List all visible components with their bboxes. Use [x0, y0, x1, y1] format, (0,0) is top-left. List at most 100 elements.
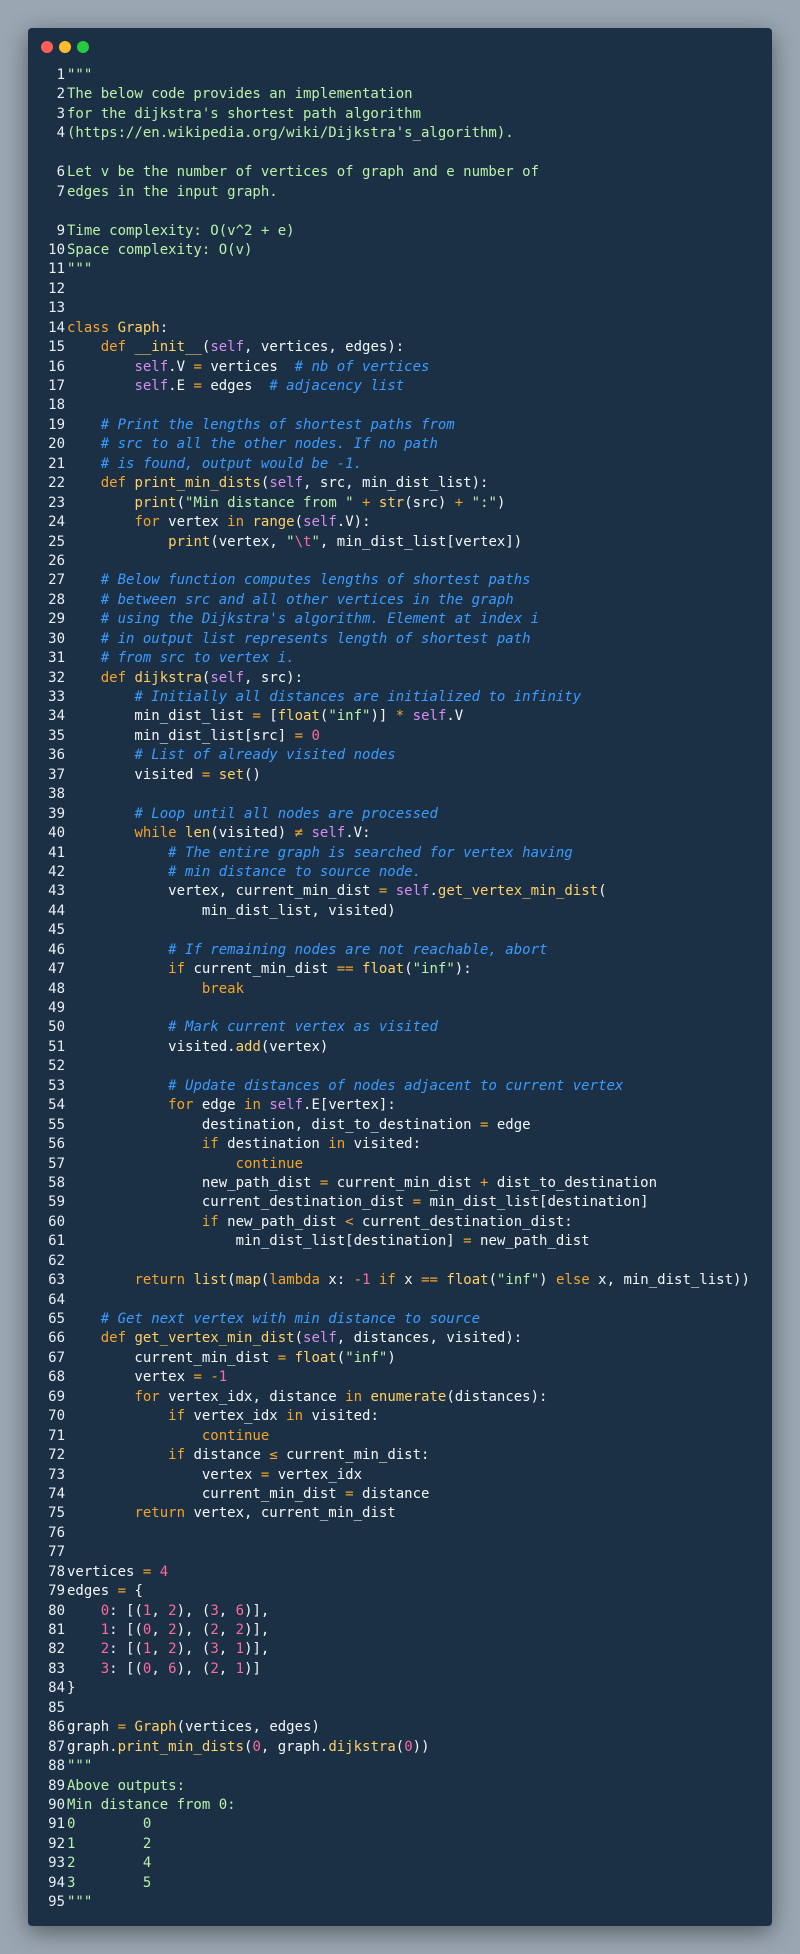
line-number: 47: [48, 961, 65, 978]
line-number: 94: [48, 1874, 65, 1891]
code-token: in: [345, 1388, 363, 1405]
code-token: else: [556, 1272, 590, 1289]
code-token: vertex: [67, 1369, 194, 1386]
line-number: 53: [48, 1077, 65, 1094]
line-number: 1: [56, 67, 65, 83]
line-number: 43: [48, 883, 65, 900]
code-line: 14 class Graph:: [28, 319, 772, 338]
code-token: Min distance from 0:: [67, 1796, 236, 1813]
code-text: # Update distances of nodes adjacent to …: [65, 1077, 623, 1096]
code-token: destination, dist_to_destination: [67, 1116, 481, 1133]
line-number: 21: [48, 455, 65, 472]
code-token: 0: [311, 727, 320, 744]
line-number: 49: [48, 1000, 65, 1016]
code-token: .V:: [345, 825, 371, 842]
code-token: =: [193, 378, 202, 394]
code-text: # List of already visited nodes: [65, 746, 395, 765]
code-line: 94 3 5: [28, 1874, 772, 1893]
code-line: 95 """: [28, 1893, 772, 1912]
line-number: 95: [48, 1894, 65, 1911]
code-line: 60 if new_path_dist < current_destinatio…: [28, 1213, 772, 1232]
line-number: 2: [56, 86, 65, 103]
code-line: 46 # If remaining nodes are not reachabl…: [28, 941, 772, 960]
code-line: 40 while len(visited) ≠ self.V:: [28, 824, 772, 843]
code-token: current_min_dist: [185, 961, 337, 978]
line-number: 36: [48, 747, 65, 764]
code-token: {: [126, 1583, 143, 1600]
code-text: edges in the input graph.: [65, 183, 278, 202]
code-text: 2 4: [65, 1854, 151, 1873]
line-number: 59: [48, 1194, 65, 1211]
code-token: float: [277, 708, 320, 725]
code-text: vertices = 4: [65, 1563, 168, 1582]
code-token: ,: [151, 1660, 169, 1677]
code-token: current_min_dist: [328, 1174, 481, 1191]
code-token: # between src and all other vertices in …: [100, 591, 514, 608]
line-number: 40: [48, 825, 65, 842]
code-token: ,: [151, 1622, 169, 1638]
line-number: 87: [48, 1738, 65, 1755]
code-token: )]: [244, 1660, 261, 1677]
code-text: # If remaining nodes are not reachable, …: [65, 941, 547, 960]
code-line: 93 2 4: [28, 1854, 772, 1873]
code-token: Above outputs:: [67, 1777, 186, 1794]
code-token: visited.: [67, 1038, 236, 1055]
code-text: """: [65, 1893, 92, 1912]
code-token: ), (: [176, 1622, 211, 1638]
code-line: 69 for vertex_idx, distance in enumerate…: [28, 1388, 772, 1407]
line-number: 83: [48, 1660, 65, 1677]
code-token: 6: [235, 1602, 245, 1619]
code-token: for: [134, 1388, 160, 1405]
code-token: ): [496, 494, 506, 511]
code-text: """: [65, 260, 92, 279]
line-number: 82: [48, 1641, 65, 1658]
code-text: new_path_dist = current_min_dist + dist_…: [65, 1174, 657, 1193]
code-token: continue: [235, 1155, 304, 1172]
code-token: 0: [404, 1738, 413, 1755]
code-line: 35 min_dist_list[src] = 0: [28, 727, 772, 746]
line-number: 25: [48, 533, 65, 550]
code-token: -: [210, 1369, 219, 1386]
code-token: get_vertex_min_dist: [437, 883, 599, 900]
code-line: 67 current_min_dist = float("inf"): [28, 1349, 772, 1368]
close-icon[interactable]: [41, 41, 53, 53]
code-token: 3: [100, 1660, 110, 1677]
line-number: 88: [48, 1758, 65, 1775]
code-line: 12: [28, 280, 772, 299]
code-token: set: [218, 766, 245, 783]
code-line: 4 (https://en.wikipedia.org/wiki/Dijkstra…: [28, 124, 772, 143]
line-number: 76: [48, 1524, 65, 1541]
code-token: len: [185, 825, 211, 842]
code-token: new_path_dist: [471, 1233, 590, 1250]
code-token: =: [345, 1485, 354, 1502]
code-token: class: [67, 319, 118, 336]
code-text: # Print the lengths of shortest paths fr…: [65, 416, 455, 435]
line-number: 26: [48, 552, 65, 569]
code-text: # Get next vertex with min distance to s…: [65, 1310, 480, 1329]
line-number: 84: [48, 1680, 65, 1697]
zoom-icon[interactable]: [77, 41, 89, 53]
code-token: while: [134, 825, 177, 842]
code-token: continue: [201, 1427, 270, 1444]
code-token: list: [193, 1272, 228, 1289]
code-line: 2 The below code provides an implementati…: [28, 85, 772, 104]
code-editor[interactable]: 1 """ 2 The below code provides an implemen…: [28, 66, 772, 1913]
line-number: 77: [48, 1544, 65, 1561]
code-line: 30 # in output list represents length of…: [28, 630, 772, 649]
code-line: 70 if vertex_idx in visited:: [28, 1407, 772, 1426]
code-token: distance: [353, 1485, 430, 1502]
line-number: 70: [48, 1408, 65, 1425]
code-token: 1: [218, 1369, 228, 1386]
minimize-icon[interactable]: [59, 41, 71, 53]
code-line: 86 graph = Graph(vertices, edges): [28, 1718, 772, 1737]
code-token: min_dist_list[destination]: [421, 1194, 649, 1211]
